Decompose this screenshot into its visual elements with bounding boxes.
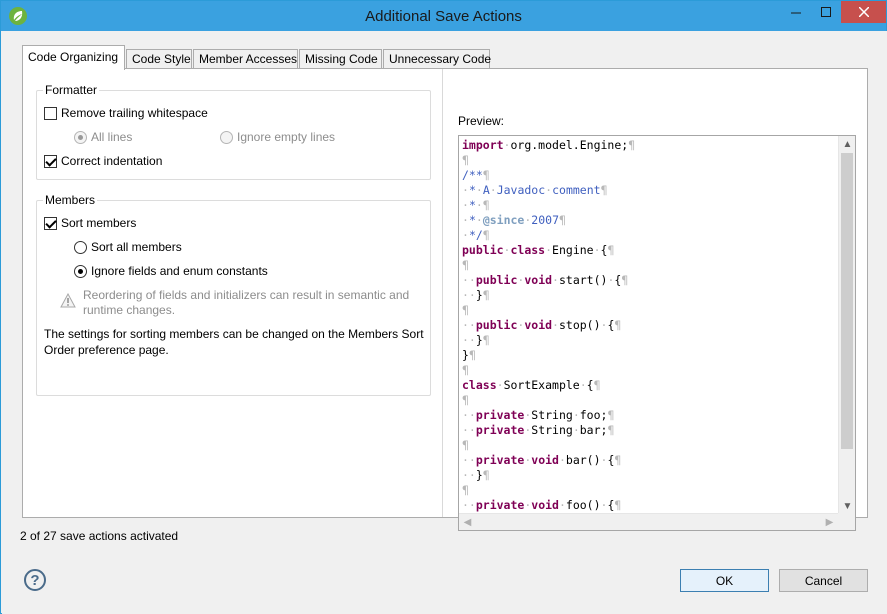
warning-icon [60,293,76,308]
tab-code-organizing[interactable]: Code Organizing [22,45,125,70]
sort-all-members-radio[interactable]: Sort all members [74,240,182,254]
checkbox-box[interactable] [44,154,57,168]
ignore-empty-lines-radio[interactable]: Ignore empty lines [220,130,335,144]
correct-indentation-checkbox[interactable]: Correct indentation [44,154,162,168]
remove-trailing-whitespace-checkbox[interactable]: Remove trailing whitespace [44,106,208,120]
formatter-group: Formatter Remove trailing whitespace All… [36,83,431,180]
close-button[interactable] [841,1,886,23]
scroll-left-icon[interactable]: ◀ [459,514,476,530]
radio-circle[interactable] [74,264,87,278]
preview-label: Preview: [458,114,505,128]
title-bar[interactable]: Additional Save Actions [1,1,886,31]
radio-circle[interactable] [74,130,87,144]
sort-members-label: Sort members [61,216,137,230]
ignore-fields-label: Ignore fields and enum constants [91,264,268,278]
all-lines-radio[interactable]: All lines [74,130,132,144]
tab-member-accesses[interactable]: Member Accesses [193,49,298,69]
maximize-button[interactable] [811,1,841,23]
close-icon [858,7,869,17]
scroll-right-icon[interactable]: ▶ [821,514,838,530]
radio-circle[interactable] [220,130,233,144]
checkbox-box[interactable] [44,106,57,120]
dialog-window: Additional Save Actions Code Organizing … [0,0,887,614]
tab-unnecessary-code[interactable]: Unnecessary Code [383,49,491,69]
status-text: 2 of 27 save actions activated [20,529,179,543]
correct-indentation-label: Correct indentation [61,154,163,168]
tab-missing-code[interactable]: Missing Code [299,49,382,69]
minimize-button[interactable] [781,1,811,23]
sort-all-members-label: Sort all members [91,240,182,254]
tab-code-style[interactable]: Code Style [126,49,192,69]
help-icon: ? [30,571,40,589]
all-lines-label: All lines [91,130,133,144]
checkbox-box[interactable] [44,216,57,230]
scroll-up-icon[interactable]: ▲ [839,136,855,153]
members-group-label: Members [43,193,98,207]
maximize-icon [821,7,831,17]
sort-members-checkbox[interactable]: Sort members [44,216,136,230]
minimize-icon [791,12,801,14]
formatter-group-label: Formatter [43,83,100,97]
ignore-fields-radio[interactable]: Ignore fields and enum constants [74,264,268,278]
scrollbar-corner [838,513,855,530]
settings-panel: Formatter Remove trailing whitespace All… [23,69,443,517]
ok-button[interactable]: OK [680,569,769,592]
remove-trailing-whitespace-label: Remove trailing whitespace [61,106,208,120]
tab-panel-code-organizing: Formatter Remove trailing whitespace All… [22,68,868,531]
preview-code-area[interactable]: import·org.model.Engine;¶ ¶ /**¶ ·*·A·Ja… [458,135,856,531]
preview-vertical-scrollbar[interactable]: ▲ ▼ [838,136,855,515]
window-title: Additional Save Actions [365,8,522,25]
help-button[interactable]: ? [24,569,46,591]
sort-order-info-text: The settings for sorting members can be … [44,327,424,357]
ignore-empty-lines-label: Ignore empty lines [237,130,336,144]
preview-code: import·org.model.Engine;¶ ¶ /**¶ ·*·A·Ja… [462,138,636,512]
scroll-thumb[interactable] [841,153,853,449]
dialog-content: Code Organizing Code Style Member Access… [2,31,887,614]
preview-horizontal-scrollbar[interactable]: ◀ ▶ [459,513,838,530]
radio-circle[interactable] [74,240,87,254]
reorder-warning-text: Reordering of fields and initializers ca… [83,288,410,317]
cancel-button[interactable]: Cancel [779,569,868,592]
